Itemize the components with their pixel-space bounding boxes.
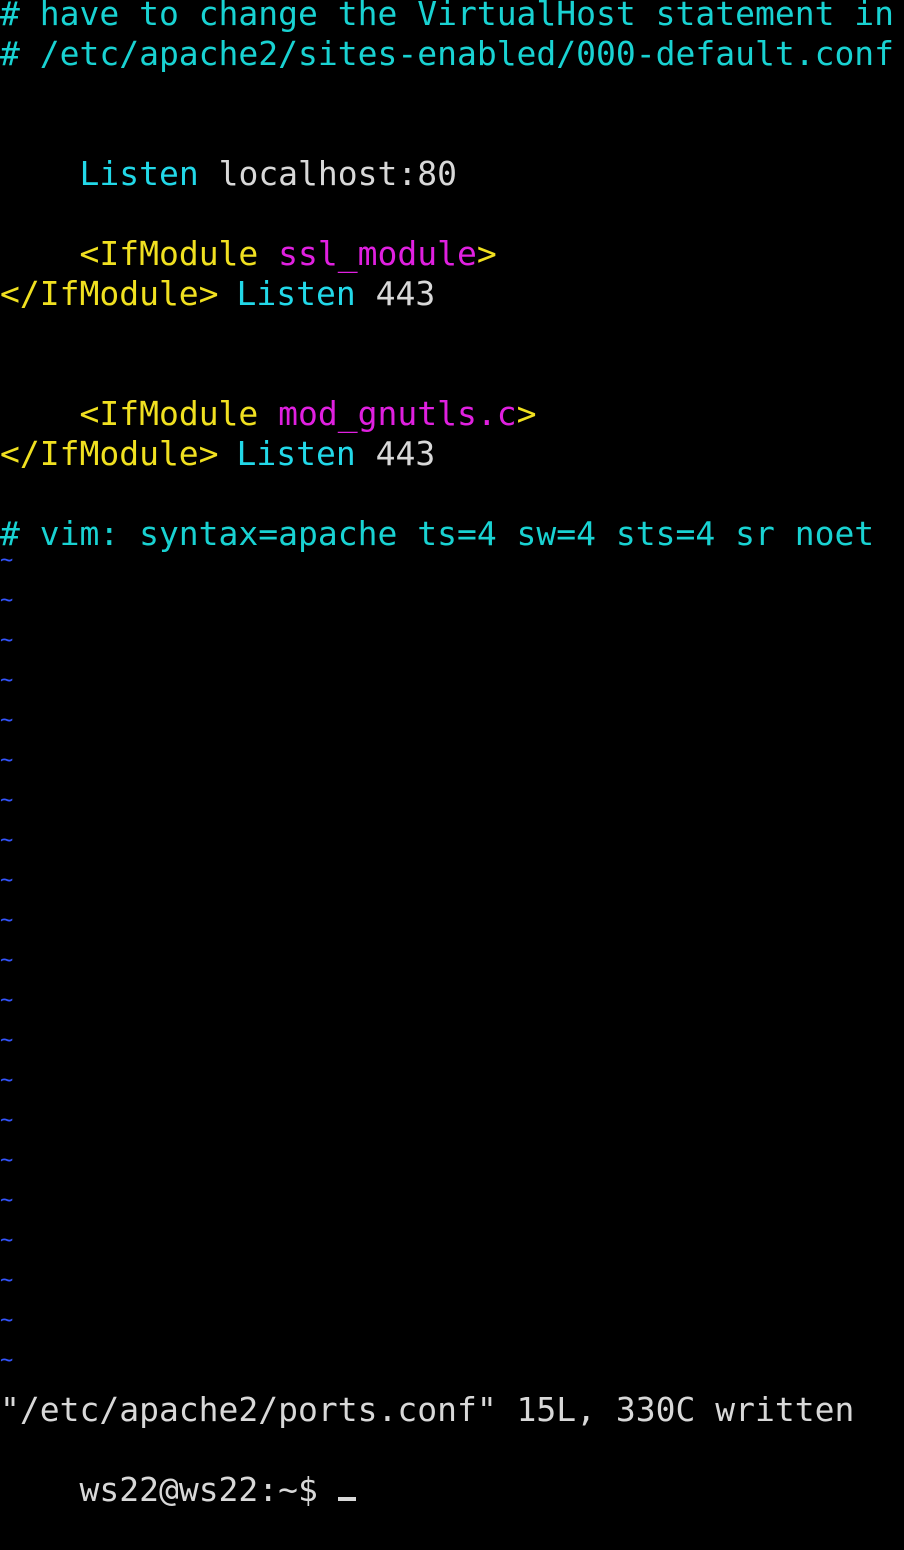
empty-line-tilde: ~ bbox=[0, 668, 14, 693]
empty-line-tilde: ~ bbox=[0, 1108, 14, 1133]
empty-line-tilde: ~ bbox=[0, 588, 14, 613]
ifmodule-close-tag: </IfModule> bbox=[0, 274, 219, 313]
shell-prompt-line[interactable]: ws22@ws22:~$ bbox=[0, 1430, 356, 1509]
ifmodule-open-line: <IfModule ssl_module> bbox=[0, 194, 496, 273]
listen-keyword: Listen bbox=[236, 434, 356, 473]
listen-port: 443 bbox=[375, 434, 436, 473]
empty-line-tilde: ~ bbox=[0, 788, 14, 813]
empty-line-tilde: ~ bbox=[0, 1148, 14, 1173]
empty-line-tilde: ~ bbox=[0, 868, 14, 893]
empty-line-tilde: ~ bbox=[0, 948, 14, 973]
listen-port: 443 bbox=[375, 274, 436, 313]
comment-line: # /etc/apache2/sites-enabled/000-default… bbox=[0, 34, 895, 73]
empty-line-tilde: ~ bbox=[0, 988, 14, 1013]
empty-line-tilde: ~ bbox=[0, 1228, 14, 1253]
empty-line-tilde: ~ bbox=[0, 1028, 14, 1053]
shell-prompt: ws22@ws22:~$ bbox=[79, 1470, 338, 1509]
listen-address: localhost:80 bbox=[218, 154, 457, 193]
terminal-screen[interactable]: # have to change the VirtualHost stateme… bbox=[0, 0, 904, 1509]
empty-line-tilde: ~ bbox=[0, 708, 14, 733]
listen-keyword: Listen bbox=[79, 154, 199, 193]
empty-line-tilde: ~ bbox=[0, 1188, 14, 1213]
ifmodule-listen-line: Listen 443 bbox=[157, 234, 435, 313]
listen-line: Listen localhost:80 bbox=[0, 114, 457, 193]
empty-line-tilde: ~ bbox=[0, 628, 14, 653]
ifmodule-listen-line: Listen 443 bbox=[157, 394, 435, 473]
empty-line-tilde: ~ bbox=[0, 908, 14, 933]
empty-line-tilde: ~ bbox=[0, 1268, 14, 1293]
ifmodule-open-line: <IfModule mod_gnutls.c> bbox=[0, 354, 536, 433]
empty-line-tilde: ~ bbox=[0, 1308, 14, 1333]
empty-line-tilde: ~ bbox=[0, 828, 14, 853]
tag-close-bracket: > bbox=[476, 234, 497, 273]
vim-modeline: # vim: syntax=apache ts=4 sw=4 sts=4 sr … bbox=[0, 514, 875, 553]
empty-line-tilde: ~ bbox=[0, 548, 14, 573]
status-message: "/etc/apache2/ports.conf" 15L, 330C writ… bbox=[0, 1390, 855, 1429]
text-cursor bbox=[337, 1497, 356, 1501]
comment-line: # have to change the VirtualHost stateme… bbox=[0, 0, 895, 33]
empty-line-tilde: ~ bbox=[0, 748, 14, 773]
ifmodule-close-tag: </IfModule> bbox=[0, 434, 219, 473]
listen-keyword: Listen bbox=[236, 274, 356, 313]
tag-close-bracket: > bbox=[516, 394, 537, 433]
empty-line-tilde: ~ bbox=[0, 1348, 14, 1373]
empty-line-tilde: ~ bbox=[0, 1068, 14, 1093]
